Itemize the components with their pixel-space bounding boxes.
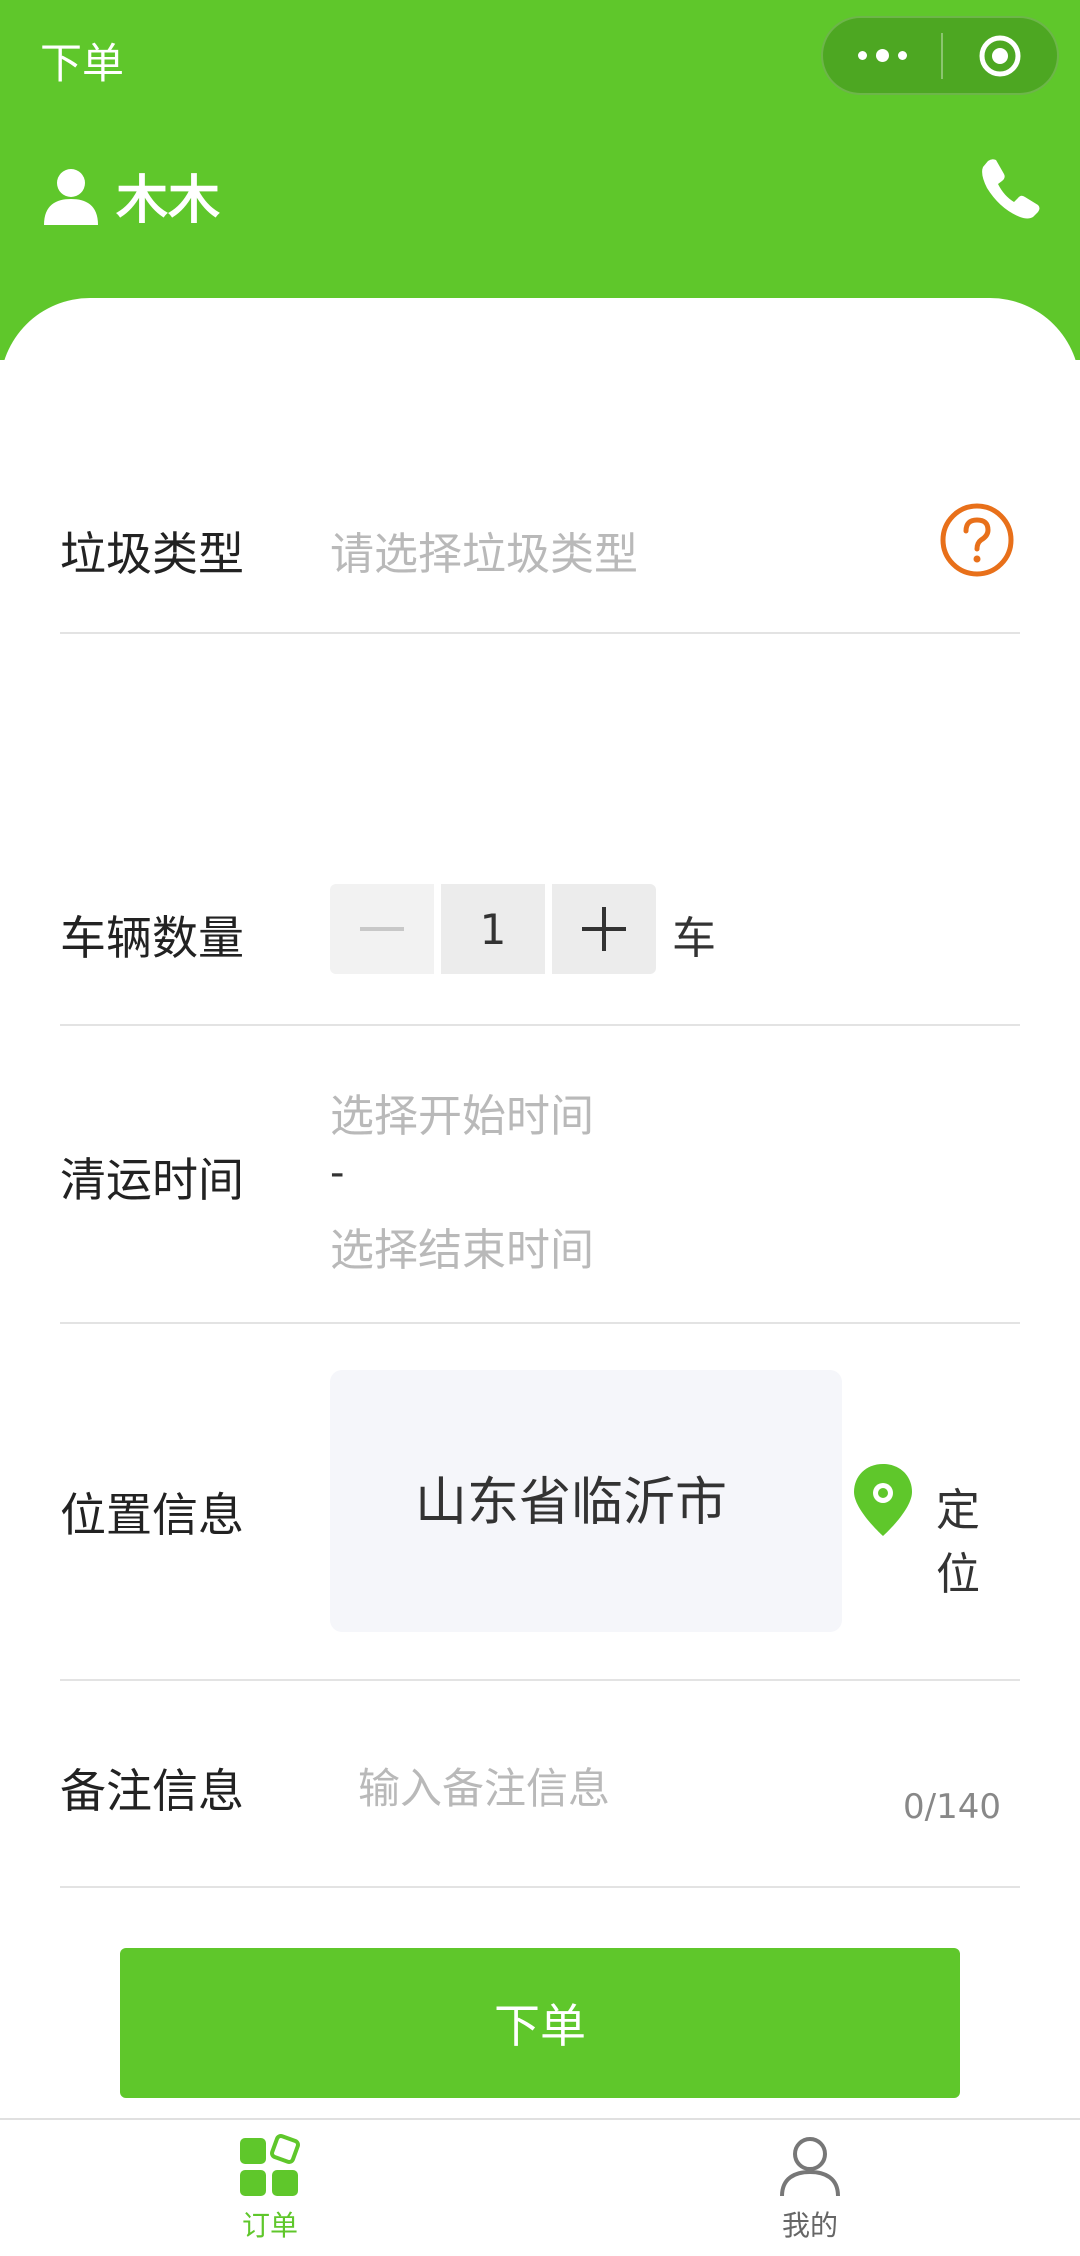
phone-icon — [982, 159, 1040, 219]
minus-icon — [360, 927, 404, 931]
remark-row: 备注信息 输入备注信息 0/140 — [60, 1681, 1020, 1888]
tab-mine[interactable]: 我的 — [710, 2134, 910, 2244]
locate-button[interactable]: 定位 — [936, 1474, 1020, 1602]
dot-icon — [857, 51, 867, 60]
submit-order-button[interactable]: 下单 — [120, 1948, 960, 2098]
order-grid-icon — [240, 2134, 300, 2196]
user-icon — [44, 168, 98, 225]
end-time-picker[interactable]: 选择结束时间 — [330, 1214, 594, 1278]
vehicle-count-row: 车辆数量 1 车 — [60, 832, 1020, 1026]
remark-input[interactable]: 输入备注信息 — [358, 1755, 610, 1816]
miniapp-capsule — [821, 16, 1059, 95]
tab-order[interactable]: 订单 — [170, 2134, 370, 2244]
question-circle-icon — [940, 503, 1014, 577]
user-info: 木木 — [42, 158, 220, 233]
garbage-type-row[interactable]: 垃圾类型 请选择垃圾类型 — [60, 398, 1020, 634]
decrement-button[interactable] — [330, 884, 434, 974]
person-icon — [780, 2137, 840, 2197]
close-miniapp-button[interactable] — [943, 33, 1057, 79]
remark-char-counter: 0/140 — [903, 1787, 1001, 1827]
call-button[interactable] — [978, 156, 1042, 224]
order-form-card: 垃圾类型 请选择垃圾类型 车辆数量 1 车 清运时间 选择开始时间 - 选择结束… — [0, 298, 1080, 2118]
time-separator: - — [330, 1150, 345, 1196]
quantity-value[interactable]: 1 — [441, 884, 545, 974]
remark-label: 备注信息 — [60, 1764, 244, 1818]
location-row: 位置信息 山东省临沂市 定位 — [60, 1324, 1020, 1681]
vehicle-count-label: 车辆数量 — [60, 911, 244, 965]
tab-mine-label: 我的 — [781, 2209, 838, 2242]
more-menu-button[interactable] — [823, 18, 941, 93]
location-value: 山东省临沂市 — [415, 1473, 728, 1533]
order-page: 下单 木木 垃圾类型 请选择垃圾类型 车辆数量 1 车 清运时间 选择开始时间 … — [0, 0, 1080, 2256]
location-label: 位置信息 — [60, 1488, 244, 1542]
pickup-time-row: 清运时间 选择开始时间 - 选择结束时间 — [60, 1026, 1020, 1324]
increment-button[interactable] — [552, 884, 656, 974]
garbage-type-select[interactable]: 请选择垃圾类型 — [330, 518, 638, 582]
bottom-tab-bar: 订单 我的 — [0, 2118, 1080, 2256]
location-pin-icon[interactable] — [852, 1462, 914, 1538]
plus-icon — [582, 907, 626, 951]
dot-icon — [897, 51, 907, 60]
user-name: 木木 — [116, 171, 221, 231]
garbage-type-label: 垃圾类型 — [60, 527, 244, 581]
target-icon — [979, 35, 1021, 76]
start-time-picker[interactable]: 选择开始时间 — [330, 1080, 594, 1144]
help-button[interactable] — [940, 503, 1014, 581]
page-title: 下单 — [40, 39, 125, 88]
tab-order-label: 订单 — [241, 2209, 298, 2242]
quantity-stepper: 1 — [330, 884, 656, 974]
location-input[interactable]: 山东省临沂市 — [330, 1370, 842, 1632]
dot-icon — [875, 49, 889, 62]
pickup-time-label: 清运时间 — [60, 1153, 244, 1207]
vehicle-unit: 车 — [672, 913, 716, 964]
